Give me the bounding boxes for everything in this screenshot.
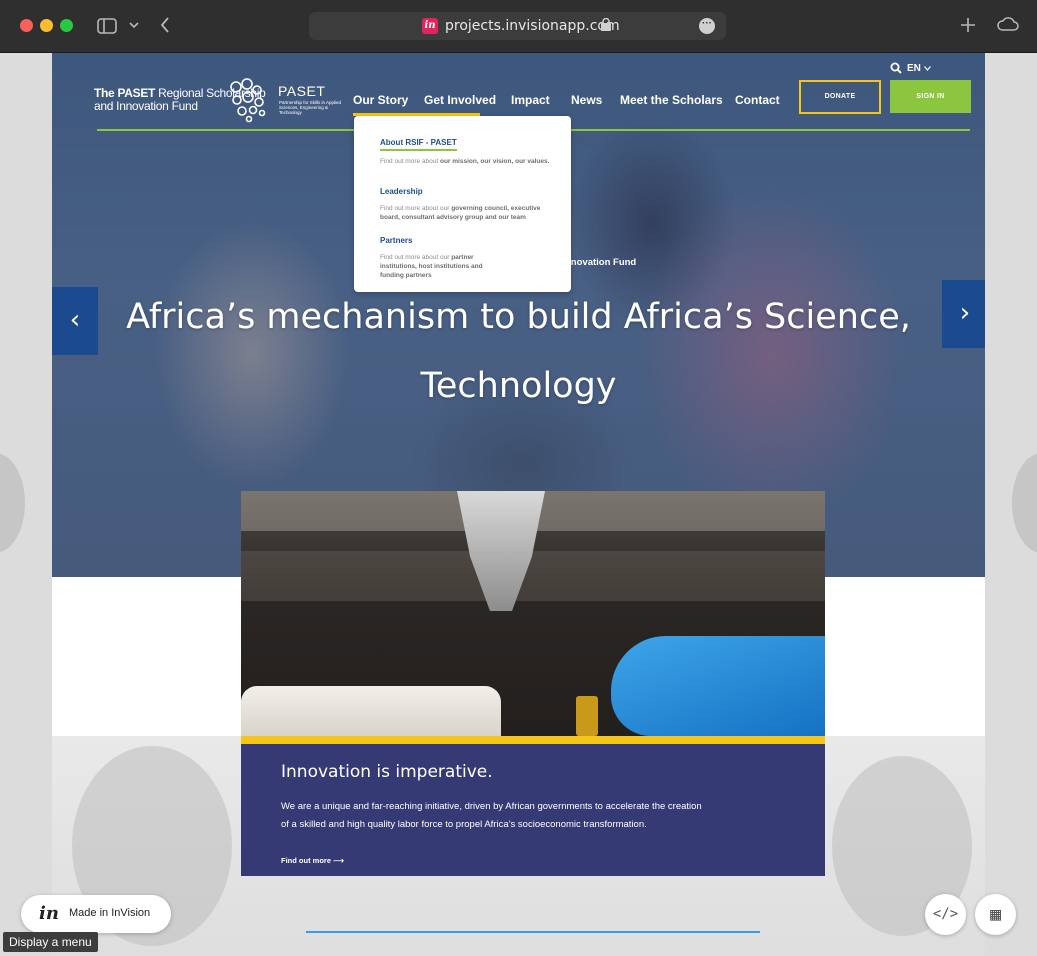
close-window-button[interactable] xyxy=(20,19,33,32)
card-body-text: We are a unique and far-reaching initiat… xyxy=(281,801,702,830)
gloved-hand-image xyxy=(611,636,825,736)
new-tab-icon[interactable] xyxy=(960,17,976,33)
paset-logo-icon xyxy=(230,78,266,123)
sidebar-toggle-icon[interactable] xyxy=(97,18,117,34)
paset-tagline: Partnership for Skills in Applied Scienc… xyxy=(279,100,342,115)
language-label: EN xyxy=(907,63,921,74)
card-heading: Innovation is imperative. xyxy=(281,762,493,782)
web-page: The PASET Regional Scholarship and Innov… xyxy=(52,53,985,956)
dropdown-item-partners[interactable]: Partners Find out more about our partner… xyxy=(380,236,505,280)
chevron-down-icon xyxy=(923,66,931,71)
sign-in-button[interactable]: SIGN IN xyxy=(890,80,971,113)
hero-title-line1: Africa’s mechanism to build Africa’s Sci… xyxy=(126,297,911,337)
browser-viewport: The PASET Regional Scholarship and Innov… xyxy=(0,53,1037,956)
dropdown-item-title: About RSIF - PASET xyxy=(380,138,457,151)
dropdown-item-leadership[interactable]: Leadership Find out more about our gover… xyxy=(380,187,550,222)
url-text: projects.invisionapp.com xyxy=(445,18,620,34)
invision-favicon-icon: in xyxy=(422,18,438,34)
invision-logo-icon: in xyxy=(39,903,59,924)
find-out-more-link[interactable]: Find out more ⟶ xyxy=(281,856,344,865)
innovation-card: Innovation is imperative. We are a uniqu… xyxy=(241,744,825,876)
dropdown-item-desc: Find out more about our governing counci… xyxy=(380,205,541,221)
carousel-prev-button[interactable]: ‹ xyxy=(52,287,98,355)
dropdown-item-title: Leadership xyxy=(380,187,423,196)
scroll-progress-line xyxy=(306,931,760,933)
dropdown-item-desc: Find out more about our partner institut… xyxy=(380,254,483,279)
code-view-button[interactable]: </> xyxy=(925,894,966,935)
logo-bold-text: The PASET xyxy=(94,86,156,100)
paset-name: PASET xyxy=(278,83,326,99)
hero-subtitle-partial: nnovation Fund xyxy=(565,257,637,268)
minimize-window-button[interactable] xyxy=(40,19,53,32)
feature-image xyxy=(241,491,825,736)
prev-screen-handle[interactable] xyxy=(0,453,25,553)
language-selector[interactable]: EN xyxy=(907,63,931,74)
display-menu-tooltip: Display a menu xyxy=(3,932,98,952)
icloud-tabs-icon[interactable] xyxy=(997,16,1019,32)
lab-cups-image xyxy=(241,686,501,736)
made-in-invision-badge[interactable]: in Made in InVision xyxy=(21,895,171,933)
next-screen-handle[interactable] xyxy=(1012,453,1037,553)
dropdown-item-about[interactable]: About RSIF - PASET Find out more about o… xyxy=(380,138,550,166)
made-in-invision-label: Made in InVision xyxy=(69,907,151,919)
browser-toolbar: in projects.invisionapp.com ··· xyxy=(0,0,1037,53)
vial-image xyxy=(576,696,598,736)
nav-impact[interactable]: Impact xyxy=(511,93,550,107)
search-icon[interactable] xyxy=(890,62,902,74)
back-arrow-icon[interactable] xyxy=(160,17,170,33)
hero-title-line2: Technology xyxy=(420,366,617,406)
zoom-window-button[interactable] xyxy=(60,19,73,32)
nav-contact[interactable]: Contact xyxy=(735,93,780,107)
nav-our-story[interactable]: Our Story xyxy=(353,93,408,107)
donate-button[interactable]: DONATE xyxy=(799,80,881,114)
carousel-next-button[interactable]: › xyxy=(942,280,985,348)
chevron-down-icon[interactable] xyxy=(129,22,139,30)
address-bar[interactable]: in projects.invisionapp.com ··· xyxy=(309,12,726,40)
nav-get-involved[interactable]: Get Involved xyxy=(424,93,496,107)
nav-news[interactable]: News xyxy=(571,93,602,107)
dropdown-item-desc: Find out more about our mission, our vis… xyxy=(380,158,550,165)
dropdown-item-title: Partners xyxy=(380,236,413,245)
page-menu-icon[interactable]: ··· xyxy=(699,18,715,34)
logo-line2-text: and Innovation Fund xyxy=(94,99,198,113)
card-accent-bar xyxy=(241,736,825,744)
our-story-dropdown: About RSIF - PASET Find out more about o… xyxy=(354,116,571,292)
lock-icon xyxy=(601,18,611,31)
nav-meet-the-scholars[interactable]: Meet the Scholars xyxy=(620,93,723,107)
grid-view-button[interactable]: ▦ xyxy=(975,894,1016,935)
